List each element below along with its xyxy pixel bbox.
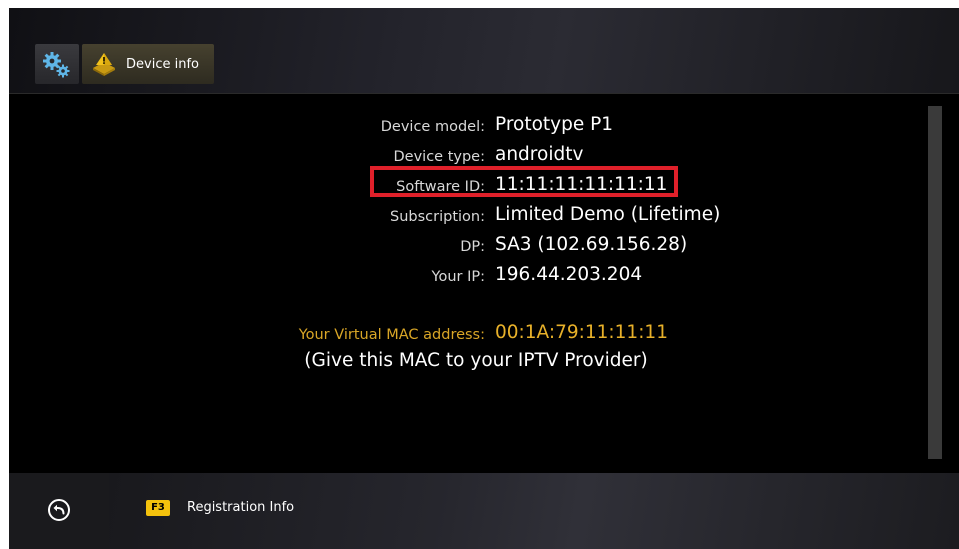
footer-bar: F3 Registration Info bbox=[9, 473, 959, 549]
your-ip-value: 196.44.203.204 bbox=[495, 264, 643, 285]
your-ip-label: Your IP: bbox=[431, 269, 485, 285]
software-id-highlight bbox=[370, 166, 678, 197]
device-type-label: Device type: bbox=[393, 149, 485, 165]
registration-info-label[interactable]: Registration Info bbox=[187, 500, 294, 515]
dp-value: SA3 (102.69.156.28) bbox=[495, 234, 688, 255]
subscription-value: Limited Demo (Lifetime) bbox=[495, 204, 721, 225]
dp-label: DP: bbox=[460, 239, 485, 255]
virtual-mac-label: Your Virtual MAC address: bbox=[298, 327, 485, 343]
back-button[interactable] bbox=[9, 473, 109, 549]
device-info-icon bbox=[93, 53, 115, 76]
device-model-value: Prototype P1 bbox=[495, 114, 614, 135]
subscription-row: Subscription: Limited Demo (Lifetime) bbox=[9, 202, 929, 232]
mac-note-text: (Give this MAC to your IPTV Provider) bbox=[304, 350, 648, 371]
f3-key-badge[interactable]: F3 bbox=[146, 500, 170, 516]
settings-tab[interactable] bbox=[35, 44, 79, 84]
device-model-row: Device model: Prototype P1 bbox=[9, 112, 929, 142]
virtual-mac-value: 00:1A:79:11:11:11 bbox=[495, 322, 668, 343]
back-arrow-icon bbox=[48, 499, 70, 521]
device-type-value: androidtv bbox=[495, 144, 584, 165]
gears-icon bbox=[43, 52, 70, 78]
subscription-label: Subscription: bbox=[390, 209, 485, 225]
scrollbar[interactable] bbox=[928, 106, 942, 459]
device-info-tab[interactable]: Device info bbox=[82, 44, 214, 84]
device-model-label: Device model: bbox=[380, 119, 485, 135]
virtual-mac-row: Your Virtual MAC address: 00:1A:79:11:11… bbox=[9, 320, 929, 350]
device-info-tab-label: Device info bbox=[126, 56, 199, 72]
mac-note: (Give this MAC to your IPTV Provider) bbox=[9, 350, 929, 371]
your-ip-row: Your IP: 196.44.203.204 bbox=[9, 262, 929, 292]
dp-row: DP: SA3 (102.69.156.28) bbox=[9, 232, 929, 262]
header-bar: Device info bbox=[9, 8, 959, 94]
device-info-screen: Device info Device model: Prototype P1 D… bbox=[9, 8, 959, 549]
